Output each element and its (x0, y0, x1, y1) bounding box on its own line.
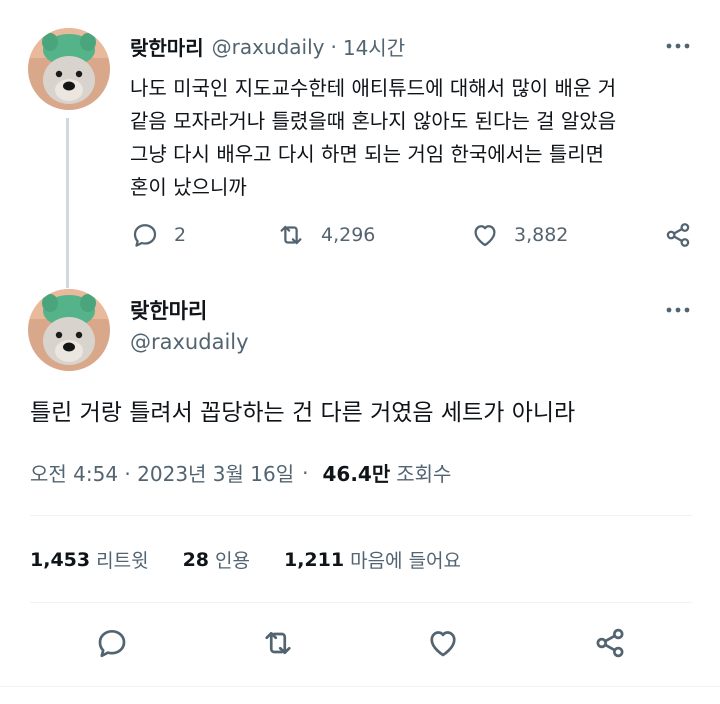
retweets-count: 1,453 (30, 548, 91, 571)
heart-icon (430, 631, 456, 657)
share-button[interactable] (663, 220, 693, 250)
display-name[interactable]: 랒한마리 (130, 32, 204, 61)
parent-tweet-text: 나도 미국인 지도교수한테 애티튜드에 대해서 많이 배운 거 같음 모자라거나… (130, 72, 695, 204)
more-icon (666, 43, 690, 49)
parent-tweet-header: 랒한마리 @raxudaily · 14시간 (130, 32, 405, 61)
retweet-button[interactable] (258, 623, 298, 663)
share-icon (596, 628, 624, 658)
retweet-icon (280, 225, 302, 245)
separator: · (302, 460, 309, 485)
share-button[interactable] (590, 623, 630, 663)
like-button[interactable]: 3,882 (470, 220, 568, 250)
tweet-text-line: 혼이 났으니까 (130, 175, 247, 199)
reply-button[interactable] (92, 623, 132, 663)
more-options-button[interactable] (663, 300, 693, 320)
tweet-meta: 오전 4:54 · 2023년 3월 16일 · 46.4만 조회수 (30, 458, 451, 487)
retweet-count: 4,296 (321, 224, 376, 246)
reply-button[interactable]: 2 (130, 220, 186, 250)
like-count: 3,882 (514, 224, 569, 246)
tweet-text-line: 나도 미국인 지도교수한테 애티튜드에 대해서 많이 배운 거 (130, 76, 617, 100)
avatar-image (28, 289, 110, 371)
reply-icon (133, 224, 157, 247)
avatar[interactable] (28, 289, 110, 371)
more-icon (666, 307, 690, 313)
tweet-text-line: 같음 모자라거나 틀렸을때 혼나지 않아도 된다는 걸 알았음 (130, 109, 617, 133)
divider (30, 602, 692, 603)
share-icon (666, 223, 690, 247)
reply-icon (98, 629, 126, 658)
main-tweet-text: 틀린 거랑 틀려서 꼽당하는 건 다른 거였음 세트가 아니라 (30, 400, 576, 426)
separator: · (330, 34, 337, 59)
thread-connector-line (66, 118, 69, 288)
view-label: 조회수 (396, 462, 452, 486)
heart-icon (474, 225, 496, 247)
quotes-label: 인용 (215, 550, 250, 572)
user-handle[interactable]: @raxudaily (130, 330, 249, 354)
avatar-image (28, 28, 110, 110)
retweets-label: 리트윗 (96, 550, 149, 572)
tweet-text-line: 그냥 다시 배우고 다시 하면 되는 거임 한국에서는 틀리면 (130, 142, 605, 166)
more-options-button[interactable] (663, 36, 693, 56)
retweets-stat[interactable]: 1,453 리트윗 (30, 546, 149, 573)
parent-tweet-actions: 2 4,296 3,882 (130, 220, 695, 254)
divider (30, 515, 692, 516)
like-button[interactable] (423, 623, 463, 663)
likes-count: 1,211 (283, 548, 345, 571)
retweet-button[interactable]: 4,296 (275, 220, 375, 250)
reply-count: 2 (174, 224, 187, 246)
tweet-time[interactable]: 14시간 (343, 32, 405, 61)
avatar[interactable] (28, 28, 110, 110)
retweet-icon (265, 631, 291, 655)
user-handle[interactable]: @raxudaily (212, 35, 325, 59)
engagement-stats: 1,453 리트윗 28 인용 1,211 마음에 들어요 (30, 546, 495, 573)
main-tweet-actions (0, 623, 720, 663)
quotes-stat[interactable]: 28 인용 (183, 546, 250, 573)
tweet-timestamp[interactable]: 오전 4:54 · 2023년 3월 16일 (30, 458, 294, 487)
view-count: 46.4만 (322, 462, 391, 486)
likes-label: 마음에 들어요 (350, 550, 462, 572)
divider (0, 686, 720, 687)
display-name[interactable]: 랒한마리 (130, 295, 207, 325)
quotes-count: 28 (182, 548, 210, 571)
likes-stat[interactable]: 1,211 마음에 들어요 (284, 546, 461, 573)
